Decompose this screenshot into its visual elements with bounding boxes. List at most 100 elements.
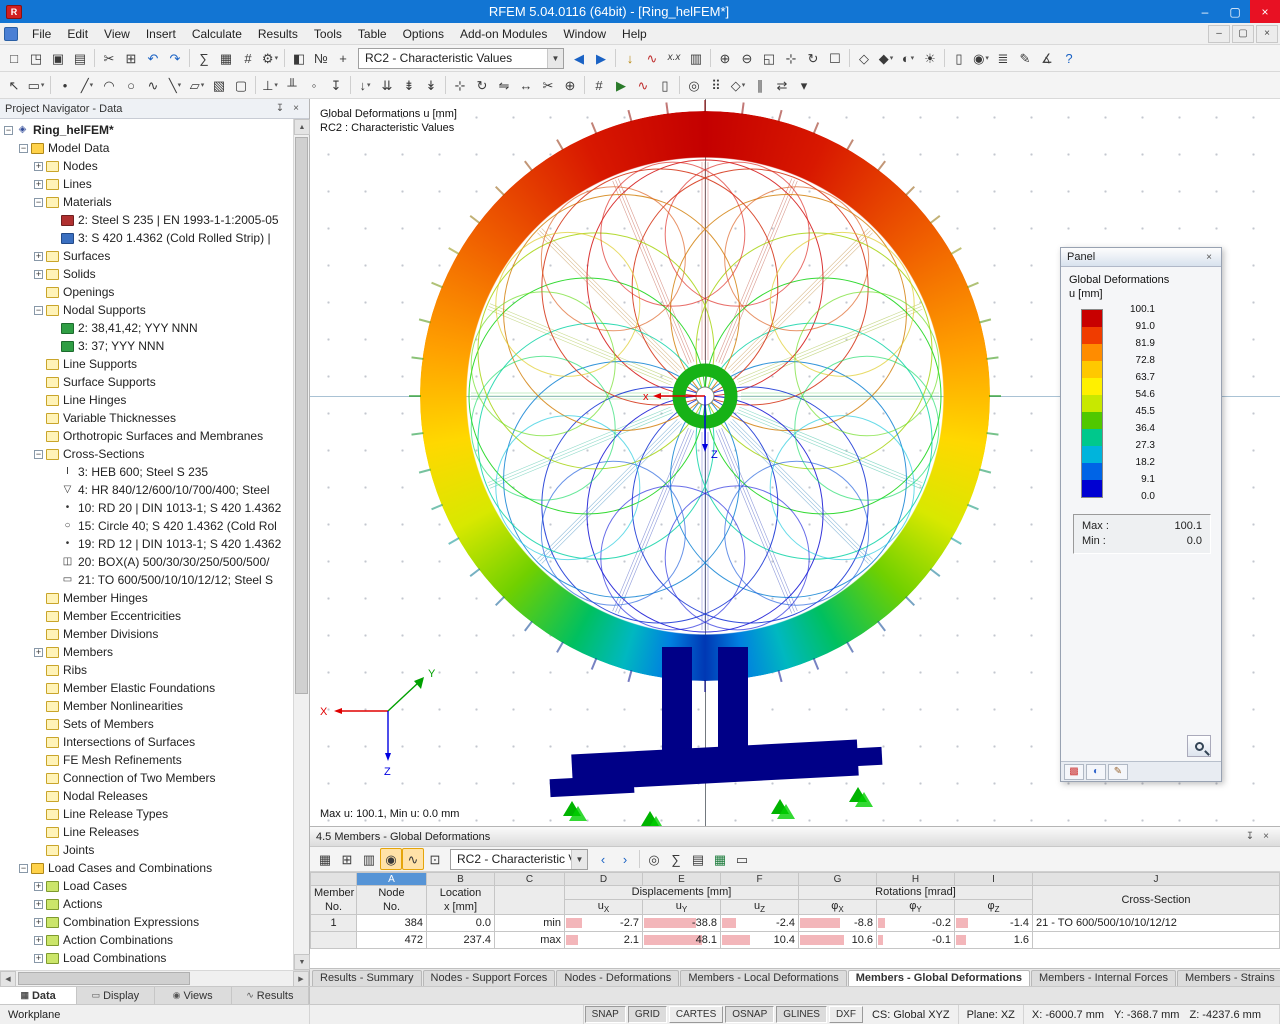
surface-load-icon[interactable]: ⇟ <box>398 74 420 96</box>
model-viewport[interactable]: x Z X Y Z Global Deformations u [mm] RC2 : C… <box>310 99 1280 826</box>
close-icon[interactable]: × <box>1250 0 1280 23</box>
status-toggle-snap[interactable]: SNAP <box>584 1006 626 1023</box>
nodal-load-icon[interactable]: ↓ ▾ <box>354 74 376 96</box>
tree-item-10-rd-20-din-1013-1-s-420-1-4362[interactable]: • 10: RD 20 | DIN 1013-1; S 420 1.4362 <box>0 499 293 517</box>
tree-expander-icon[interactable]: − <box>4 125 13 135</box>
tree-expander-icon[interactable]: + <box>34 917 43 927</box>
tree-item-19-rd-12-din-1013-1-s-420-1-4362[interactable]: • 19: RD 12 | DIN 1013-1; S 420 1.4362 <box>0 535 293 553</box>
tree-expander-icon[interactable]: + <box>34 953 43 963</box>
zoom-in-icon[interactable]: ⊕ <box>714 47 736 69</box>
column-letter-f[interactable]: F <box>720 872 799 886</box>
panel-title-bar[interactable]: Panel × <box>1061 248 1221 267</box>
value-cell[interactable]: -1.4 <box>954 914 1033 932</box>
panel-toggle-icon[interactable]: ▯ <box>948 47 970 69</box>
tree-item-connection-of-two-members[interactable]: Connection of Two Members <box>0 769 293 787</box>
open-model-icon[interactable]: ◳ <box>25 47 47 69</box>
table-chevron-down-icon[interactable]: ▼ <box>571 849 587 869</box>
menu-edit[interactable]: Edit <box>59 23 96 44</box>
tree-item-fe-mesh-refinements[interactable]: FE Mesh Refinements <box>0 751 293 769</box>
cut-icon[interactable]: ✂ <box>98 47 120 69</box>
guidelines-icon[interactable]: ∥ <box>749 74 771 96</box>
table-tab-members-local-deformations[interactable]: Members - Local Deformations <box>680 970 847 986</box>
table-edit-icon[interactable]: ⊡ <box>424 848 446 870</box>
tree-item-combination-expressions[interactable]: + Combination Expressions <box>0 913 293 931</box>
column-filter-icon[interactable]: ▥ <box>358 848 380 870</box>
comment-icon[interactable]: ✎ <box>1014 47 1036 69</box>
result-tables-icon[interactable]: ▥ <box>685 47 707 69</box>
load-case-combobox[interactable]: RC2 - Characteristic Values ▼ <box>358 47 564 69</box>
select-pointer-icon[interactable]: ↖ <box>3 74 25 96</box>
tree-item-4-hr-840-12-600-10-700-400-steel[interactable]: ▽ 4: HR 840/12/600/10/700/400; Steel <box>0 481 293 499</box>
table-tab-members-global-deformations[interactable]: Members - Global Deformations <box>847 970 1030 986</box>
nodal-support-icon[interactable]: ⊥ ▾ <box>259 74 281 96</box>
members-global-deformations-table[interactable]: ABCDEFGHIJ Member No. Node No. Location … <box>310 872 1280 949</box>
minmax-col-header[interactable] <box>494 885 565 915</box>
table-tab-results-summary[interactable]: Results - Summary <box>312 970 422 986</box>
tree-expander-icon[interactable]: − <box>34 305 43 315</box>
tree-item-model-data[interactable]: − Model Data <box>0 139 293 157</box>
node-cell[interactable]: 472 <box>356 931 427 949</box>
rotate-object-icon[interactable]: ↻ <box>471 74 493 96</box>
value-cell[interactable]: 10.4 <box>720 931 799 949</box>
column-letter-c[interactable]: C <box>494 872 565 886</box>
value-cell[interactable]: -0.1 <box>876 931 955 949</box>
settings-icon[interactable]: ⚙ ▾ <box>259 47 281 69</box>
line-support-icon[interactable]: ╨ <box>281 74 303 96</box>
view-plane-icon[interactable]: ◇ <box>853 47 875 69</box>
mdi-close-icon[interactable]: × <box>1256 24 1278 43</box>
column-letter-g[interactable]: G <box>798 872 877 886</box>
scroll-down-icon[interactable]: ▼ <box>294 954 310 970</box>
next-load-case-icon[interactable]: ▶ <box>590 47 612 69</box>
previous-load-case-icon[interactable]: ◀ <box>568 47 590 69</box>
new-spline-icon[interactable]: ∿ <box>142 74 164 96</box>
tree-item-surface-supports[interactable]: Surface Supports <box>0 373 293 391</box>
new-surface-icon[interactable]: ▱ ▾ <box>186 74 208 96</box>
new-model-icon[interactable]: □ <box>3 47 25 69</box>
tree-item-line-release-types[interactable]: Line Release Types <box>0 805 293 823</box>
navigator-tab-data[interactable]: ▦ Data <box>0 987 78 1004</box>
select-window-icon[interactable]: ▭ ▾ <box>25 74 47 96</box>
sub-header-z[interactable]: φZ <box>954 898 1033 916</box>
tree-item-3-s-420-1-4362-cold-rolled-strip[interactable]: 3: S 420 1.4362 (Cold Rolled Strip) | <box>0 229 293 247</box>
scroll-up-icon[interactable]: ▲ <box>294 119 310 135</box>
navigator-close-icon[interactable]: × <box>288 101 304 116</box>
stretch-object-icon[interactable]: ↔ <box>515 74 537 96</box>
tree-item-ring-helfem[interactable]: − ◈ Ring_helFEM* <box>0 121 293 139</box>
value-cell[interactable]: 2.1 <box>564 931 643 949</box>
status-toggle-cartes[interactable]: CARTES <box>668 1006 724 1023</box>
rotate-view-icon[interactable]: ↻ <box>802 47 824 69</box>
panel-close-icon[interactable]: × <box>1201 250 1217 265</box>
tree-item-line-supports[interactable]: Line Supports <box>0 355 293 373</box>
print-icon[interactable]: ▤ <box>69 47 91 69</box>
show-loads-icon[interactable]: ↓ <box>619 47 641 69</box>
sub-header-uz[interactable]: uZ <box>720 898 799 916</box>
table-tab-members-strains[interactable]: Members - Strains <box>1176 970 1280 986</box>
tree-expander-icon[interactable]: + <box>34 251 43 261</box>
free-load-icon[interactable]: ↡ <box>420 74 442 96</box>
filter-tab-icon[interactable]: ✎ <box>1108 763 1128 780</box>
menu-options[interactable]: Options <box>395 23 452 44</box>
tree-item-openings[interactable]: Openings <box>0 283 293 301</box>
tree-item-line-releases[interactable]: Line Releases <box>0 823 293 841</box>
member-load-icon[interactable]: ⇊ <box>376 74 398 96</box>
value-cell[interactable]: 10.6 <box>798 931 877 949</box>
decimal-places-icon[interactable]: x.x <box>663 47 685 69</box>
generate-mesh-icon[interactable]: # <box>588 74 610 96</box>
tree-item-orthotropic-surfaces-and-membranes[interactable]: Orthotropic Surfaces and Membranes <box>0 427 293 445</box>
chevron-down-icon[interactable]: ▼ <box>547 48 563 68</box>
member-cell[interactable]: 1 <box>310 914 357 932</box>
table-title-bar[interactable]: 4.5 Members - Global Deformations ↧ × <box>310 827 1280 847</box>
sub-header-y[interactable]: φY <box>876 898 955 916</box>
mdi-minimize-icon[interactable]: – <box>1208 24 1230 43</box>
menu-calculate[interactable]: Calculate <box>184 23 250 44</box>
control-panel-icon[interactable]: ▯ <box>654 74 676 96</box>
table-row[interactable]: 472 237.4 max 2.1 48.1 10.4 10.6 -0.1 1.6 <box>310 931 1280 949</box>
next-table-icon[interactable]: › <box>614 848 636 870</box>
tree-item-member-hinges[interactable]: Member Hinges <box>0 589 293 607</box>
navigator-tab-views[interactable]: ◉ Views <box>154 987 232 1004</box>
tree-expander-icon[interactable]: + <box>34 935 43 945</box>
more-tools-icon[interactable]: ▾ <box>793 74 815 96</box>
menu-insert[interactable]: Insert <box>138 23 184 44</box>
status-toggle-grid[interactable]: GRID <box>627 1006 667 1023</box>
minmax-cell[interactable]: min <box>494 914 565 932</box>
